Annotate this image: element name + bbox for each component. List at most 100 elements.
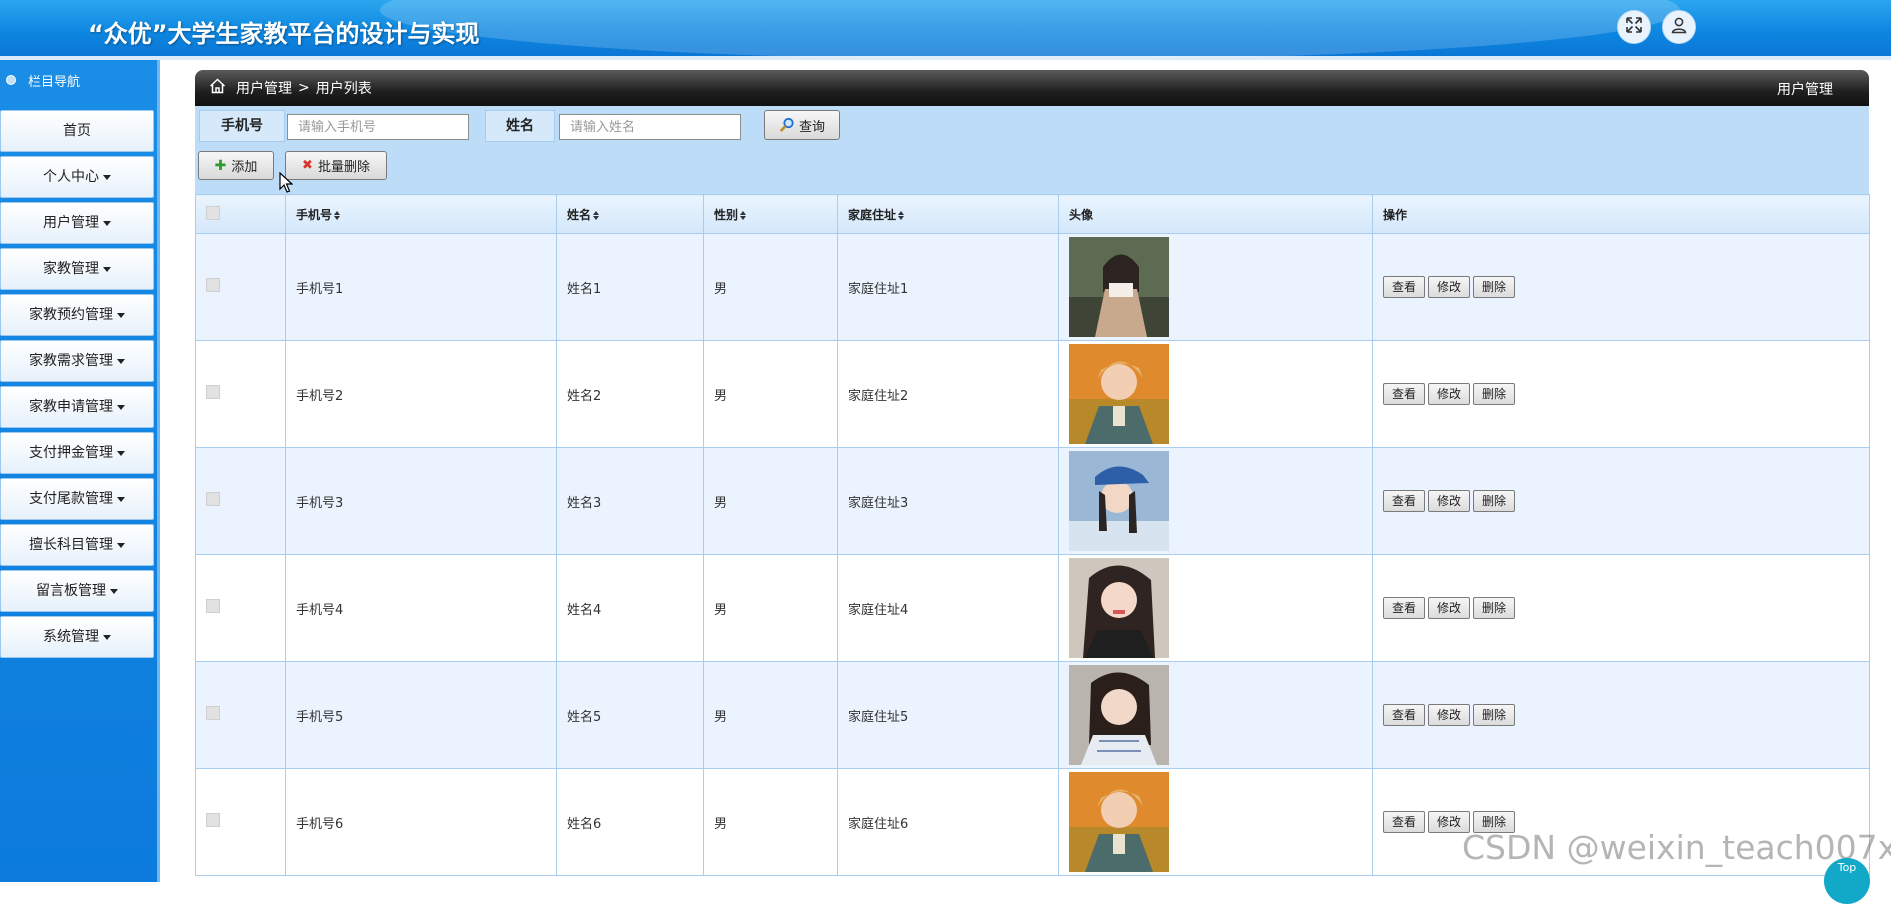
sidebar-item-final-payment-management[interactable]: 支付尾款管理 [0, 478, 154, 520]
caret-down-icon [117, 404, 125, 410]
query-button[interactable]: 查询 [764, 110, 840, 140]
cell-gender: 男 [703, 340, 838, 448]
sidebar-item-home[interactable]: 首页 [0, 110, 154, 152]
sidebar-item-label: 擅长科目管理 [29, 537, 113, 553]
name-input[interactable] [559, 114, 741, 140]
sidebar-item-label: 留言板管理 [36, 583, 106, 599]
sidebar-item-application-management[interactable]: 家教申请管理 [0, 386, 154, 428]
view-button[interactable]: 查看 [1383, 811, 1426, 833]
delete-button[interactable]: 删除 [1473, 383, 1516, 405]
cell-address: 家庭住址2 [837, 340, 1059, 448]
row-checkbox[interactable] [206, 492, 220, 506]
delete-button[interactable]: 删除 [1473, 704, 1516, 726]
caret-down-icon [103, 174, 111, 180]
column-header-gender[interactable]: 性别 [703, 194, 838, 234]
cell-gender: 男 [703, 233, 838, 341]
sidebar-item-message-board[interactable]: 留言板管理 [0, 570, 154, 612]
sidebar-item-label: 支付尾款管理 [29, 491, 113, 507]
breadcrumb-separator: > [298, 80, 310, 96]
row-checkbox[interactable] [206, 813, 220, 827]
avatar [1069, 772, 1169, 872]
delete-button[interactable]: 删除 [1473, 490, 1516, 512]
home-icon[interactable] [209, 78, 226, 98]
circle-icon [6, 75, 16, 85]
cell-phone: 手机号1 [285, 233, 557, 341]
batch-delete-button[interactable]: ✖ 批量删除 [285, 151, 387, 180]
cell-actions: 查看 修改 删除 [1372, 661, 1870, 769]
row-checkbox[interactable] [206, 278, 220, 292]
column-label: 头像 [1069, 207, 1094, 222]
cell-address: 家庭住址6 [837, 768, 1059, 876]
caret-down-icon [110, 588, 118, 594]
cell-address: 家庭住址3 [837, 447, 1059, 555]
sidebar-item-label: 支付押金管理 [29, 445, 113, 461]
row-checkbox[interactable] [206, 385, 220, 399]
sort-icon[interactable] [593, 210, 600, 220]
view-button[interactable]: 查看 [1383, 276, 1426, 298]
breadcrumb-item[interactable]: 用户管理 [236, 78, 292, 98]
caret-down-icon [117, 496, 125, 502]
cell-avatar [1058, 768, 1373, 876]
caret-down-icon [117, 358, 125, 364]
sidebar-item-demand-management[interactable]: 家教需求管理 [0, 340, 154, 382]
expand-icon [1625, 16, 1643, 38]
avatar [1069, 237, 1169, 337]
delete-button[interactable]: 删除 [1473, 276, 1516, 298]
cell-name: 姓名2 [556, 340, 704, 448]
delete-button[interactable]: 删除 [1473, 597, 1516, 619]
select-all-header [195, 194, 286, 234]
add-button[interactable]: ✚ 添加 [198, 151, 274, 180]
app-header: “众优”大学生家教平台的设计与实现 [0, 0, 1891, 60]
view-button[interactable]: 查看 [1383, 383, 1426, 405]
sidebar-item-personal-center[interactable]: 个人中心 [0, 156, 154, 198]
edit-button[interactable]: 修改 [1428, 276, 1471, 298]
sidebar-item-booking-management[interactable]: 家教预约管理 [0, 294, 154, 336]
cell-gender: 男 [703, 768, 838, 876]
column-label: 操作 [1383, 207, 1408, 222]
caret-down-icon [117, 450, 125, 456]
user-menu-button[interactable] [1662, 10, 1696, 44]
back-to-top-button[interactable]: Top [1824, 858, 1870, 904]
user-icon [1670, 16, 1688, 38]
sidebar-item-label: 用户管理 [43, 215, 99, 231]
sort-icon[interactable] [740, 210, 747, 220]
row-checkbox[interactable] [206, 706, 220, 720]
select-all-checkbox[interactable] [206, 205, 220, 220]
name-label: 姓名 [485, 110, 555, 142]
view-button[interactable]: 查看 [1383, 704, 1426, 726]
view-button[interactable]: 查看 [1383, 597, 1426, 619]
fullscreen-button[interactable] [1617, 10, 1651, 44]
cell-avatar [1058, 233, 1373, 341]
edit-button[interactable]: 修改 [1428, 597, 1471, 619]
header-decoration [380, 0, 1680, 60]
table-row: 手机号2 姓名2 男 家庭住址2 查看 修改 删除 [195, 340, 1870, 448]
add-button-label: 添加 [231, 160, 258, 175]
breadcrumb: 用户管理 > 用户列表 [209, 78, 372, 98]
phone-input[interactable] [287, 114, 469, 140]
view-button[interactable]: 查看 [1383, 490, 1426, 512]
edit-button[interactable]: 修改 [1428, 383, 1471, 405]
edit-button[interactable]: 修改 [1428, 704, 1471, 726]
sidebar-item-tutor-management[interactable]: 家教管理 [0, 248, 154, 290]
sidebar-heading: 栏目导航 [0, 68, 158, 92]
caret-down-icon [103, 634, 111, 640]
caret-down-icon [103, 266, 111, 272]
column-header-phone[interactable]: 手机号 [285, 194, 557, 234]
column-header-name[interactable]: 姓名 [556, 194, 704, 234]
title-bar: 用户管理 > 用户列表 用户管理 [195, 70, 1869, 106]
sidebar-item-subject-management[interactable]: 擅长科目管理 [0, 524, 154, 566]
row-checkbox[interactable] [206, 599, 220, 613]
cell-avatar [1058, 661, 1373, 769]
sort-icon[interactable] [898, 210, 905, 220]
sidebar-item-deposit-management[interactable]: 支付押金管理 [0, 432, 154, 474]
caret-down-icon [117, 312, 125, 318]
sidebar-item-system-management[interactable]: 系统管理 [0, 616, 154, 658]
table-row: 手机号4 姓名4 男 家庭住址4 查看 修改 删除 [195, 554, 1870, 662]
sort-icon[interactable] [334, 210, 341, 220]
sidebar-item-label: 家教管理 [43, 261, 99, 277]
column-header-address[interactable]: 家庭住址 [837, 194, 1059, 234]
cell-phone: 手机号5 [285, 661, 557, 769]
avatar [1069, 344, 1169, 444]
edit-button[interactable]: 修改 [1428, 490, 1471, 512]
sidebar-item-user-management[interactable]: 用户管理 [0, 202, 154, 244]
